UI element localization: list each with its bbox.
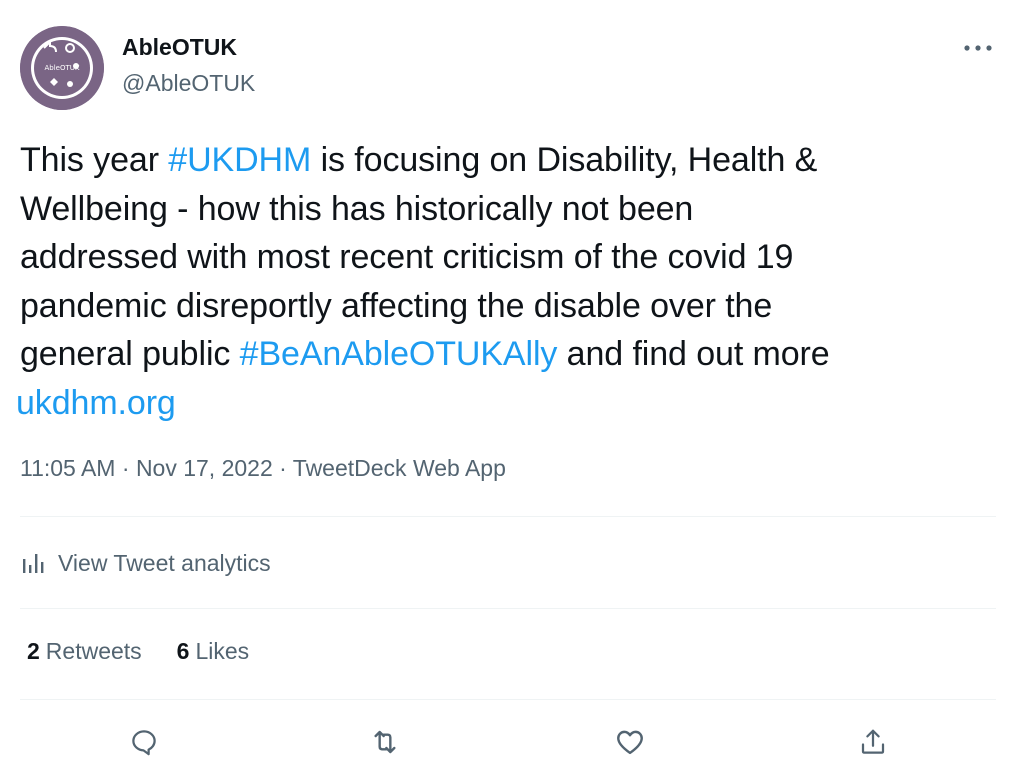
bar-chart-icon	[20, 549, 48, 577]
tweet-time[interactable]: 11:05 AM	[20, 455, 115, 481]
retweet-button[interactable]	[363, 720, 407, 764]
more-horizontal-icon	[964, 45, 992, 51]
avatar[interactable]: AbleOTUK	[20, 26, 104, 110]
hashtag-ukdhm-link[interactable]: #UKDHM	[168, 141, 311, 179]
tweet-text-segment: addressed with most recent criticism of …	[20, 238, 794, 276]
retweets-label: Retweets	[45, 638, 142, 664]
tweet-meta: 11:05 AM · Nov 17, 2022 · TweetDeck Web …	[20, 455, 506, 482]
reply-bubble-icon	[132, 730, 156, 756]
tweet-text-line: Wellbeing - how this has historically no…	[20, 185, 1005, 234]
likes-count: 6	[176, 638, 190, 664]
tweet-text-segment: general public	[20, 335, 240, 373]
retweets-count: 2	[27, 638, 40, 664]
tweet-stats: 2 Retweets 6 Likes	[27, 638, 284, 665]
more-options-button[interactable]	[956, 30, 1000, 66]
divider	[20, 699, 996, 700]
tweet-date[interactable]: Nov 17, 2022	[136, 455, 273, 481]
view-analytics-button[interactable]: View Tweet analytics	[20, 546, 271, 580]
tweet-text-line: ukdhm.org	[16, 379, 1005, 428]
meta-separator: ·	[115, 455, 136, 481]
tweet-text-segment: Wellbeing - how this has historically no…	[20, 189, 694, 228]
meta-separator: ·	[272, 455, 293, 481]
tweet-text-segment: This year	[20, 141, 169, 179]
tweet-text-segment: is focusing on Disability, Health &	[311, 141, 818, 179]
retweet-arrows-icon	[374, 730, 396, 754]
tweet-text: This year #UKDHM is focusing on Disabili…	[16, 136, 1005, 427]
author-handle[interactable]: @AbleOTUK	[122, 70, 255, 97]
tweet-text-line: general public #BeAnAbleOTUKAlly and fin…	[20, 330, 1005, 379]
tweet-card: AbleOTUK AbleOTUK @AbleOTUK This year #U…	[0, 0, 1023, 778]
tweet-text-segment: and find out more	[557, 335, 830, 373]
share-button[interactable]	[851, 720, 895, 764]
like-button[interactable]	[608, 720, 652, 764]
retweets-stat[interactable]: 2 Retweets	[27, 638, 142, 665]
hashtag-beanableotukally-link[interactable]: #BeAnAbleOTUKAlly	[240, 335, 558, 373]
tweet-text-line: addressed with most recent criticism of …	[20, 233, 1005, 282]
tweet-text-line: pandemic disreportly affecting the disab…	[20, 282, 1005, 331]
analytics-label: View Tweet analytics	[58, 549, 271, 576]
divider	[20, 608, 996, 609]
tweet-text-line: This year #UKDHM is focusing on Disabili…	[20, 136, 1005, 185]
likes-label: Likes	[195, 638, 250, 664]
tweet-source[interactable]: TweetDeck Web App	[293, 455, 506, 481]
heart-icon	[617, 730, 643, 755]
likes-stat[interactable]: 6 Likes	[177, 638, 250, 665]
divider	[20, 516, 996, 517]
avatar-logo-icon: AbleOTUK	[20, 26, 104, 110]
author-display-name[interactable]: AbleOTUK	[122, 34, 237, 61]
tweet-text-segment: pandemic disreportly affecting the disab…	[20, 286, 773, 325]
share-upload-icon	[861, 729, 885, 754]
url-link[interactable]: ukdhm.org	[16, 384, 176, 422]
reply-button[interactable]	[122, 720, 166, 764]
